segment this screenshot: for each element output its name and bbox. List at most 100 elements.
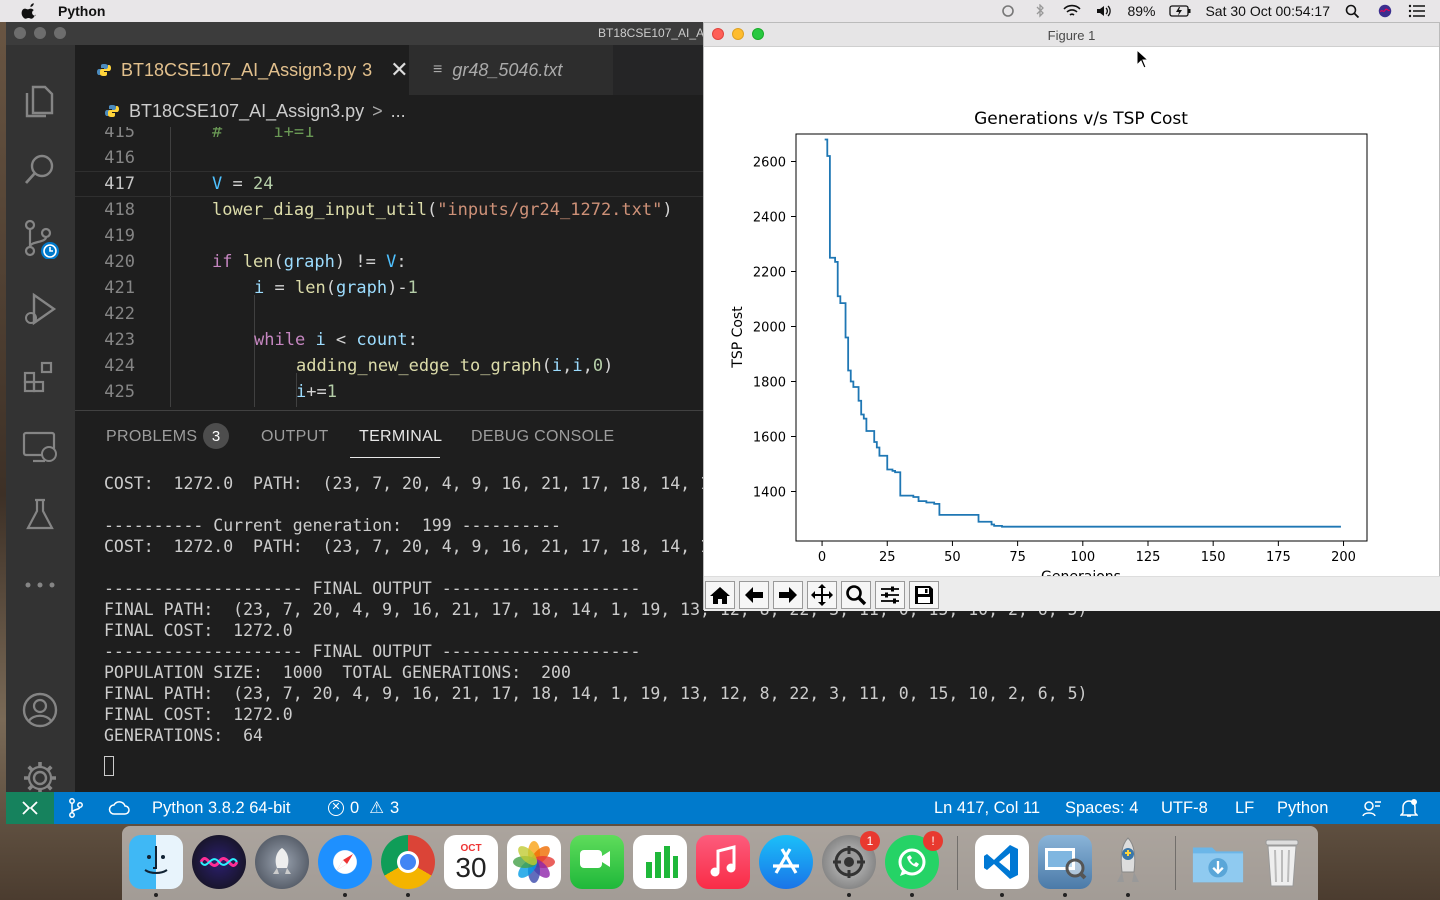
system-preferences-icon[interactable]: 1 xyxy=(822,831,880,889)
tab-gr48-txt[interactable]: ≡ gr48_5046.txt xyxy=(409,45,613,95)
encoding[interactable]: UTF-8 xyxy=(1161,792,1208,824)
cursor-position[interactable]: Ln 417, Col 11 xyxy=(934,792,1040,824)
siri-icon[interactable] xyxy=(1376,4,1394,18)
x-tick-label: 100 xyxy=(1070,550,1095,565)
numbers-icon[interactable] xyxy=(633,835,687,889)
remote-indicator-icon[interactable] xyxy=(6,792,54,824)
search-icon[interactable] xyxy=(20,149,60,189)
notifications-bell-icon[interactable] xyxy=(1400,792,1418,824)
git-branch-icon[interactable] xyxy=(68,792,84,824)
terminal-line: GENERATIONS: 64 xyxy=(104,726,263,745)
launchpad-rocket-icon[interactable] xyxy=(255,835,309,889)
code-line: 419 xyxy=(104,226,135,246)
explorer-icon[interactable] xyxy=(20,81,60,121)
back-icon[interactable] xyxy=(739,581,769,609)
safari-icon[interactable] xyxy=(318,835,372,889)
tab-label: gr48_5046.txt xyxy=(452,59,563,80)
app-store-icon[interactable] xyxy=(759,835,813,889)
volume-icon[interactable] xyxy=(1095,4,1113,18)
python-file-icon xyxy=(105,105,119,117)
wifi-icon[interactable] xyxy=(1063,4,1082,18)
y-tick-label: 2000 xyxy=(753,321,786,336)
chrome-running-indicator xyxy=(406,893,410,897)
more-icon[interactable] xyxy=(20,565,60,605)
tab-debug-console[interactable]: DEBUG CONSOLE xyxy=(471,428,615,446)
end-of-line[interactable]: LF xyxy=(1235,792,1254,824)
battery-icon[interactable] xyxy=(1169,4,1191,18)
active-tab-indicator xyxy=(350,457,440,458)
pan-icon[interactable] xyxy=(807,581,837,609)
vscode-close-button[interactable] xyxy=(14,27,26,39)
sync-icon[interactable] xyxy=(999,4,1017,18)
photos-icon[interactable] xyxy=(507,835,561,889)
apple-menu-icon[interactable] xyxy=(20,3,40,19)
notification-center-icon[interactable] xyxy=(1408,4,1426,18)
accounts-icon[interactable] xyxy=(20,690,60,730)
python-launcher-icon[interactable] xyxy=(1101,835,1155,889)
breadcrumb-file[interactable]: BT18CSE107_AI_Assign3.py xyxy=(129,101,364,122)
code-editor[interactable]: 415 # i+=1 416 417 V = 24 418 lower_diag… xyxy=(75,127,715,407)
finder-running-indicator xyxy=(154,893,158,897)
x-tick-label: 125 xyxy=(1136,550,1161,565)
configure-icon[interactable] xyxy=(875,581,905,609)
breadcrumb-separator: > xyxy=(372,100,383,121)
terminal-line: FINAL COST: 1272.0 xyxy=(104,705,293,724)
menubar-app-name[interactable]: Python xyxy=(58,3,105,19)
code-line: 425 i+=1 xyxy=(104,382,337,402)
finder-icon[interactable] xyxy=(129,835,183,889)
y-tick-label: 2200 xyxy=(753,266,786,281)
forward-icon[interactable] xyxy=(773,581,803,609)
indentation[interactable]: Spaces: 4 xyxy=(1065,792,1138,824)
downloads-folder-icon[interactable] xyxy=(1191,835,1245,889)
extensions-icon[interactable] xyxy=(20,357,60,397)
error-count: 0 xyxy=(350,798,360,817)
tsp-cost-chart: Generations v/s TSP Cost 0 25 50 75 100 125 15… xyxy=(730,109,1368,577)
save-icon[interactable] xyxy=(909,581,939,609)
terminal-line: FINAL PATH: (23, 7, 20, 4, 9, 16, 21, 17… xyxy=(104,684,1088,703)
problems-summary[interactable]: ✕ 0 ⚠ 3 xyxy=(328,792,399,824)
figure-toolbar xyxy=(704,576,1440,611)
y-tick-label: 2600 xyxy=(753,156,786,171)
tab-problems[interactable]: PROBLEMS xyxy=(106,428,197,446)
menubar-clock[interactable]: Sat 30 Oct 00:54:17 xyxy=(1205,3,1330,19)
breadcrumb: BT18CSE107_AI_Assign3.py > ... xyxy=(75,95,715,127)
code-line: 424 adding_new_edge_to_graph(i,i,0) xyxy=(104,356,614,376)
tab-terminal[interactable]: TERMINAL xyxy=(359,428,442,446)
run-debug-icon[interactable] xyxy=(20,289,60,329)
x-tick-label: 175 xyxy=(1266,550,1291,565)
sync-cloud-icon[interactable] xyxy=(108,792,130,824)
facetime-messages-icon[interactable] xyxy=(570,835,624,889)
chrome-icon[interactable] xyxy=(381,835,435,889)
trash-icon[interactable] xyxy=(1255,835,1309,889)
status-bar: Python 3.8.2 64-bit ✕ 0 ⚠ 3 Ln 417, Col … xyxy=(6,792,1440,824)
error-icon: ✕ xyxy=(328,800,344,816)
zoom-icon[interactable] xyxy=(841,581,871,609)
preview-icon[interactable] xyxy=(1038,835,1092,889)
vscode-app-icon[interactable] xyxy=(975,835,1029,889)
source-control-icon[interactable] xyxy=(20,219,60,259)
python-interpreter[interactable]: Python 3.8.2 64-bit xyxy=(152,792,291,824)
music-icon[interactable] xyxy=(696,835,750,889)
x-tick-label: 150 xyxy=(1201,550,1226,565)
home-icon[interactable] xyxy=(705,581,735,609)
tab-assign3-py[interactable]: BT18CSE107_AI_Assign3.py 3 ✕ xyxy=(75,45,409,95)
whatsapp-icon[interactable]: ! xyxy=(885,831,943,889)
mouse-pointer-icon xyxy=(1136,49,1150,69)
x-tick-label: 50 xyxy=(944,550,961,565)
vscode-zoom-button[interactable] xyxy=(54,27,66,39)
breadcrumb-symbol[interactable]: ... xyxy=(391,101,406,122)
testing-icon[interactable] xyxy=(20,495,60,535)
vscode-minimize-button[interactable] xyxy=(34,27,46,39)
tab-output[interactable]: OUTPUT xyxy=(261,428,329,446)
language-mode[interactable]: Python xyxy=(1277,792,1328,824)
siri-icon[interactable] xyxy=(192,835,246,889)
bluetooth-icon[interactable] xyxy=(1031,4,1049,18)
calendar-icon[interactable]: OCT 30 xyxy=(444,835,498,889)
text-file-icon: ≡ xyxy=(433,61,443,78)
spotlight-icon[interactable] xyxy=(1344,4,1362,18)
remote-explorer-icon[interactable] xyxy=(20,427,60,467)
whatsapp-badge: ! xyxy=(923,831,943,851)
dock-separator xyxy=(1175,836,1176,890)
feedback-icon[interactable] xyxy=(1362,792,1382,824)
close-tab-icon[interactable]: ✕ xyxy=(390,57,408,83)
